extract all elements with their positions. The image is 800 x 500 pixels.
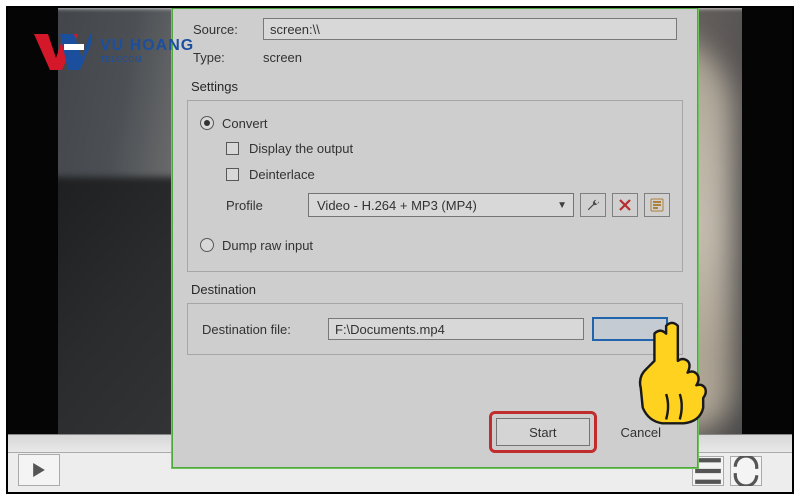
dump-raw-row[interactable]: Dump raw input [200,233,670,257]
convert-radio-row[interactable]: Convert [200,111,670,135]
logo-brand-text: VU HOANG [100,38,194,54]
cancel-button[interactable]: Cancel [611,418,671,446]
type-label: Type: [193,50,253,65]
destination-file-input[interactable] [328,318,584,340]
profile-dropdown[interactable]: Video - H.264 + MP3 (MP4) ▼ [308,193,574,217]
settings-groupbox: Convert Display the output Deinterlace P… [187,100,683,272]
video-letterbox-right [742,8,792,434]
loop-icon [731,456,761,486]
display-output-row[interactable]: Display the output [226,135,670,161]
destination-file-label: Destination file: [202,322,320,337]
logo-sub-text: TELECOM [100,56,194,64]
play-icon [32,463,46,477]
dump-raw-label: Dump raw input [222,238,313,253]
profile-delete-button[interactable] [612,193,638,217]
display-output-checkbox[interactable] [226,142,239,155]
source-section: Source: Type: screen [187,9,683,71]
settings-title: Settings [191,79,683,94]
deinterlace-checkbox[interactable] [226,168,239,181]
start-button[interactable]: Start [496,418,589,446]
chevron-down-icon: ▼ [557,200,567,211]
convert-dialog: Source: Type: screen Settings Convert Di… [172,8,698,468]
wrench-icon [586,198,600,212]
tutorial-frame: Source: Type: screen Settings Convert Di… [6,6,794,494]
source-label: Source: [193,22,253,37]
tutorial-highlight-box: Start [489,411,596,453]
convert-radio-label: Convert [222,116,268,131]
destination-title: Destination [191,282,683,297]
type-value: screen [263,50,302,65]
delete-x-icon [618,198,632,212]
dialog-footer: Start Cancel [173,411,697,453]
deinterlace-label: Deinterlace [249,167,315,182]
destination-groupbox: Destination file: [187,303,683,355]
profile-label: Profile [226,198,302,213]
new-profile-icon [650,198,664,212]
loop-button[interactable] [730,456,762,486]
profile-edit-button[interactable] [580,193,606,217]
dump-raw-radio[interactable] [200,238,214,252]
deinterlace-row[interactable]: Deinterlace [226,161,670,187]
brand-logo: VU HOANG TELECOM [34,30,194,72]
source-input[interactable] [263,18,677,40]
browse-button[interactable] [592,317,668,341]
profile-new-button[interactable] [644,193,670,217]
profile-selected-value: Video - H.264 + MP3 (MP4) [317,198,477,213]
display-output-label: Display the output [249,141,353,156]
convert-radio[interactable] [200,116,214,130]
logo-mark-icon [34,30,92,72]
play-button[interactable] [18,454,60,486]
